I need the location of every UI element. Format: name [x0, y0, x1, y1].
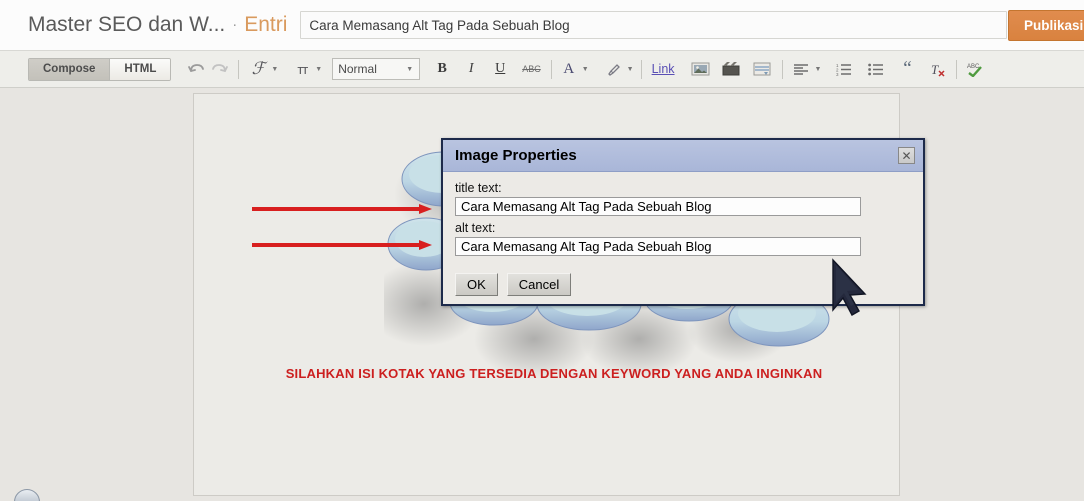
text-style-group: B I U ABC [432, 57, 544, 81]
ok-button[interactable]: OK [455, 273, 498, 296]
toolbar-divider [238, 59, 240, 79]
paragraph-format-group[interactable]: Normal ▼ [332, 58, 421, 80]
svg-text:T: T [931, 62, 939, 77]
blog-title-group: Master SEO dan W... · Entri [28, 13, 287, 37]
insert-image-icon[interactable] [688, 57, 713, 81]
dialog-title-bar: Image Properties ✕ [443, 140, 923, 172]
font-family-group[interactable]: ℱ ▼ [248, 57, 279, 81]
tab-compose[interactable]: Compose [29, 58, 110, 80]
numbered-list-icon[interactable]: 123 [833, 57, 855, 81]
align-left-icon[interactable] [790, 57, 812, 81]
paragraph-format-value: Normal [338, 62, 377, 76]
chevron-down-icon[interactable]: ▼ [315, 66, 322, 73]
toolbar-divider [550, 59, 552, 79]
dialog-title: Image Properties [455, 147, 577, 164]
chevron-down-icon[interactable]: ▼ [582, 66, 589, 73]
formatting-toolbar: Compose HTML ℱ ▼ ᴛᴛ ▼ Normal ▼ B I U ABC… [0, 51, 1084, 88]
text-color-icon[interactable]: A [559, 57, 579, 81]
chevron-down-icon[interactable]: ▼ [627, 66, 634, 73]
highlight-group[interactable]: ▼ [603, 57, 634, 81]
bullet-list-icon[interactable] [865, 57, 887, 81]
chevron-down-icon[interactable]: ▼ [271, 66, 278, 73]
paragraph-format-select[interactable]: Normal ▼ [332, 58, 421, 80]
jump-break-icon[interactable] [750, 57, 775, 81]
text-color-group[interactable]: A ▼ [559, 57, 589, 81]
bold-button[interactable]: B [432, 57, 452, 81]
close-icon[interactable]: ✕ [898, 147, 915, 164]
font-size-icon[interactable]: ᴛᴛ [292, 57, 312, 81]
tab-html[interactable]: HTML [109, 58, 171, 80]
underline-button[interactable]: U [490, 57, 510, 81]
post-title-input[interactable] [300, 11, 1008, 39]
publish-button[interactable]: Publikasikan [1008, 10, 1084, 41]
insert-media-group [688, 57, 775, 81]
editor-mode-tabs: Compose HTML [28, 57, 172, 81]
top-bar: Master SEO dan W... · Entri Publikasikan [0, 0, 1084, 51]
history-group [185, 57, 231, 81]
dialog-body: title text: alt text: OK Cancel [443, 172, 923, 296]
chevron-down-icon[interactable]: ▼ [406, 66, 413, 73]
title-text-input[interactable] [455, 197, 861, 216]
dialog-buttons: OK Cancel [455, 273, 911, 296]
instruction-text: SILAHKAN ISI KOTAK YANG TERSEDIA DENGAN … [285, 366, 823, 381]
italic-button[interactable]: I [461, 57, 481, 81]
title-separator: · [232, 16, 238, 33]
alt-text-input[interactable] [455, 237, 861, 256]
font-size-group[interactable]: ᴛᴛ ▼ [292, 57, 322, 81]
insert-video-icon[interactable] [719, 57, 744, 81]
font-family-icon[interactable]: ℱ [248, 57, 268, 81]
highlighter-icon[interactable] [603, 57, 624, 81]
redo-icon[interactable] [208, 57, 231, 81]
blockquote-button[interactable]: “ [897, 57, 917, 81]
image-properties-dialog[interactable]: Image Properties ✕ title text: alt text:… [441, 138, 925, 306]
chevron-down-icon[interactable]: ▼ [815, 66, 822, 73]
alt-text-label: alt text: [455, 221, 496, 235]
remove-formatting-icon[interactable]: T [927, 57, 949, 81]
toolbar-divider [640, 59, 642, 79]
spellcheck-icon[interactable]: ABC [964, 57, 989, 81]
annotation-arrow-alt [252, 240, 432, 250]
annotation-arrow-title [252, 204, 432, 214]
blogger-post-editor: Master SEO dan W... · Entri Publikasikan C… [0, 0, 1084, 501]
toolbar-divider [956, 59, 958, 79]
cancel-button[interactable]: Cancel [506, 273, 572, 296]
insert-link-button[interactable]: Link [649, 57, 678, 81]
section-label: Entri [244, 13, 288, 36]
svg-text:3: 3 [836, 72, 839, 76]
alignment-group[interactable]: ▼ [790, 57, 822, 81]
toolbar-divider [781, 59, 783, 79]
blog-name: Master SEO dan W... [28, 13, 226, 36]
title-text-label: title text: [455, 181, 502, 195]
strikethrough-button[interactable]: ABC [519, 57, 544, 81]
undo-icon[interactable] [185, 57, 208, 81]
